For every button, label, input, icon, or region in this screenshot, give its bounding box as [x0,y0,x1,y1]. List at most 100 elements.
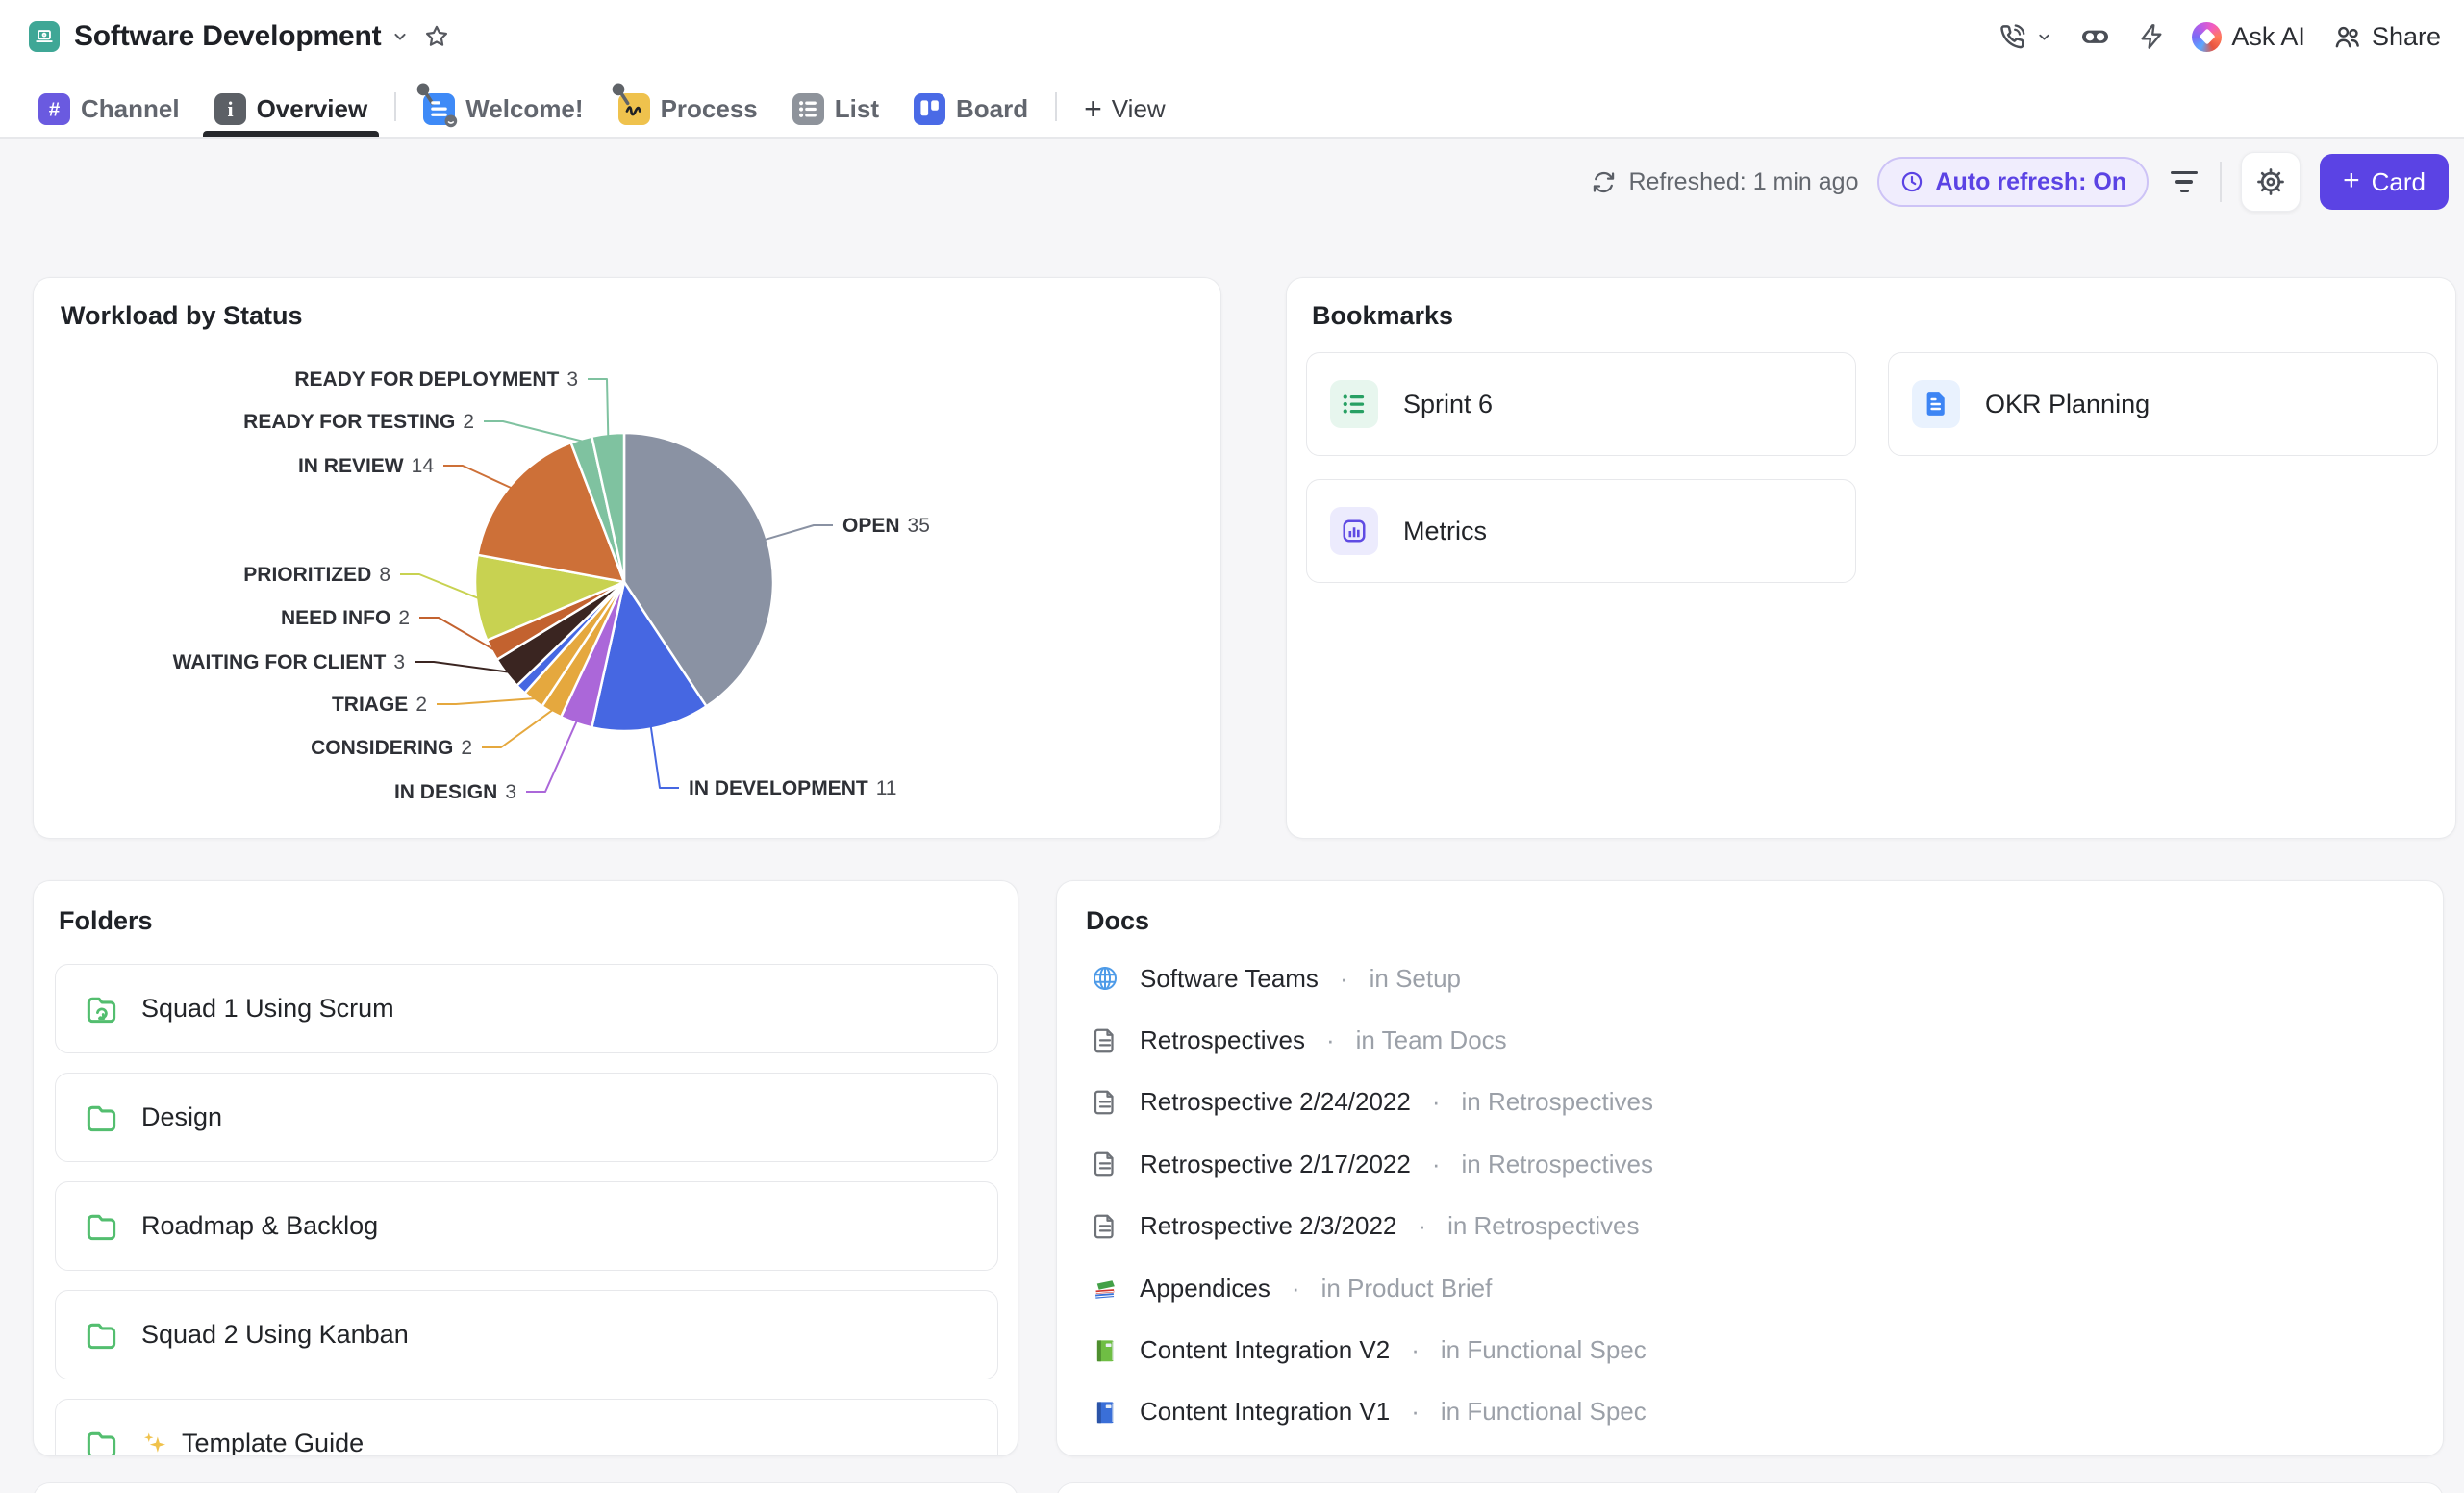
filter-icon[interactable] [2168,165,2200,199]
next-card-partial [33,1482,1018,1493]
workspace-avatar-icon[interactable] [29,21,60,52]
bookmark-sprint-6[interactable]: Sprint 6 [1306,352,1856,456]
doc-location: in Team Docs [1356,1025,1507,1055]
tab-board[interactable]: Board [900,81,1042,137]
plus-icon: + [2343,166,2360,195]
doc-location: in Retrospectives [1462,1150,1653,1179]
call-button[interactable] [1998,22,2052,51]
refresh-status[interactable]: Refreshed: 1 min ago [1591,168,1858,196]
bookmark-metrics[interactable]: Metrics [1306,479,1856,583]
tab-label: Process [661,94,758,124]
ai-flower-icon [2192,22,2222,52]
folder-icon [85,1209,118,1243]
tab-label: Board [956,94,1028,124]
plus-icon: + [1084,93,1102,124]
people-icon [2332,22,2362,52]
bookmark-icon-badge [1330,507,1378,555]
doc-icon [1091,1026,1119,1055]
doc-separator: · [1340,964,1348,994]
workload-by-status-card: Workload by Status OPEN35IN DEVELOPMENT1… [33,277,1221,839]
add-card-button[interactable]: + Card [2320,154,2449,210]
folder-icon [85,1318,118,1352]
laptop-icon [34,26,55,47]
doc-icon [1091,1212,1119,1241]
doc-location: in Retrospectives [1462,1087,1653,1117]
automations-button[interactable] [2138,23,2165,50]
pie-label: IN DEVELOPMENT11 [689,777,897,799]
tab-label: List [835,94,879,124]
doc-retrospective-2-17-2022[interactable]: Retrospective 2/17/2022·in Retrospective… [1090,1133,2414,1195]
tab-welcome[interactable]: Welcome! [410,81,596,137]
pie-label: NEED INFO2 [281,607,410,629]
bookmark-icon-badge [1912,380,1960,428]
doc-location: in Retrospectives [1447,1211,1639,1241]
doc-icon [1091,1150,1119,1178]
workspace-title[interactable]: Software Development [74,20,381,53]
tab-channel[interactable]: #Channel [25,81,193,137]
doc-software-teams[interactable]: Software Teams·in Setup [1090,948,2414,1009]
pie-label: CONSIDERING2 [311,737,472,759]
top-header: Software Development [0,0,2464,139]
tab-label: Channel [81,94,180,124]
add-view-label: View [1112,94,1166,124]
pie-label: IN REVIEW14 [298,455,434,477]
add-view-button[interactable]: + View [1070,81,1179,137]
pie-label: OPEN35 [842,515,930,537]
focus-mode-button[interactable] [2079,21,2111,53]
doc-appendices[interactable]: Appendices·in Product Brief [1090,1257,2414,1319]
docs-card: Docs Software Teams·in SetupRetrospectiv… [1056,880,2444,1456]
doc-location: in Product Brief [1321,1274,1493,1303]
folder-label: Design [141,1102,222,1132]
pie-leader-line [526,721,577,792]
folder-label: Squad 1 Using Scrum [141,994,394,1024]
doc-separator: · [1432,1150,1441,1179]
pie-leader-line [482,710,552,747]
share-button[interactable]: Share [2332,22,2441,52]
doc-retrospective-2-24-2022[interactable]: Retrospective 2/24/2022·in Retrospective… [1090,1072,2414,1133]
pushpin-icon [417,83,433,103]
auto-refresh-toggle[interactable]: Auto refresh: On [1877,157,2149,207]
bookmark-okr-planning[interactable]: OKR Planning [1888,352,2438,456]
scribble-pinned-icon [618,93,650,125]
chevron-down-icon[interactable] [390,27,410,46]
tab-list[interactable]: List [779,81,893,137]
doc-name: Retrospective 2/24/2022 [1140,1087,1411,1117]
pie-label: TRIAGE2 [332,694,427,716]
folder-squad-2-using-kanban[interactable]: Squad 2 Using Kanban [55,1290,998,1379]
header-actions: Ask AI Share [1998,21,2441,53]
doc-separator: · [1292,1274,1300,1303]
lightning-bolt-icon [2138,23,2165,50]
folder-squad-1-using-scrum[interactable]: Squad 1 Using Scrum [55,964,998,1053]
toolbar-divider [2220,162,2222,202]
bar-chart-icon [1340,517,1369,545]
tab-overview[interactable]: iOverview [201,81,382,137]
tab-divider [394,92,396,121]
pie-label: READY FOR DEPLOYMENT3 [294,368,578,391]
doc-content-integration-v2[interactable]: Content Integration V2·in Functional Spe… [1090,1319,2414,1380]
ask-ai-button[interactable]: Ask AI [2192,22,2305,52]
pie-leader-line [651,727,679,789]
doc-icon [1091,1088,1119,1117]
folder-roadmap-backlog[interactable]: Roadmap & Backlog [55,1181,998,1271]
next-card-partial [1056,1482,2444,1493]
favorite-star-icon[interactable] [423,23,450,50]
bookmarks-card: Bookmarks Sprint 6OKR PlanningMetrics [1286,277,2456,839]
gear-icon [2255,166,2286,197]
doc-name: Content Integration V2 [1140,1335,1390,1365]
pie-label: IN DESIGN3 [394,781,516,803]
pie-leader-line [766,525,834,540]
doc-content-integration-v1[interactable]: Content Integration V1·in Functional Spe… [1090,1381,2414,1443]
list-icon [792,93,824,125]
folder-label: Template Guide [141,1429,364,1456]
settings-button[interactable] [2241,152,2301,212]
bookmark-label: Sprint 6 [1403,390,1493,419]
doc-retrospective-2-3-2022[interactable]: Retrospective 2/3/2022·in Retrospectives [1090,1196,2414,1257]
sprint-folder-icon [85,992,118,1025]
tab-process[interactable]: Process [605,81,771,137]
doc-retrospectives[interactable]: Retrospectives·in Team Docs [1090,1009,2414,1071]
pie-label: READY FOR TESTING2 [243,411,474,433]
blue-book-icon [1091,1398,1119,1427]
folder-template-guide[interactable]: Template Guide [55,1399,998,1456]
tab-label: Overview [257,94,368,124]
folder-design[interactable]: Design [55,1073,998,1162]
